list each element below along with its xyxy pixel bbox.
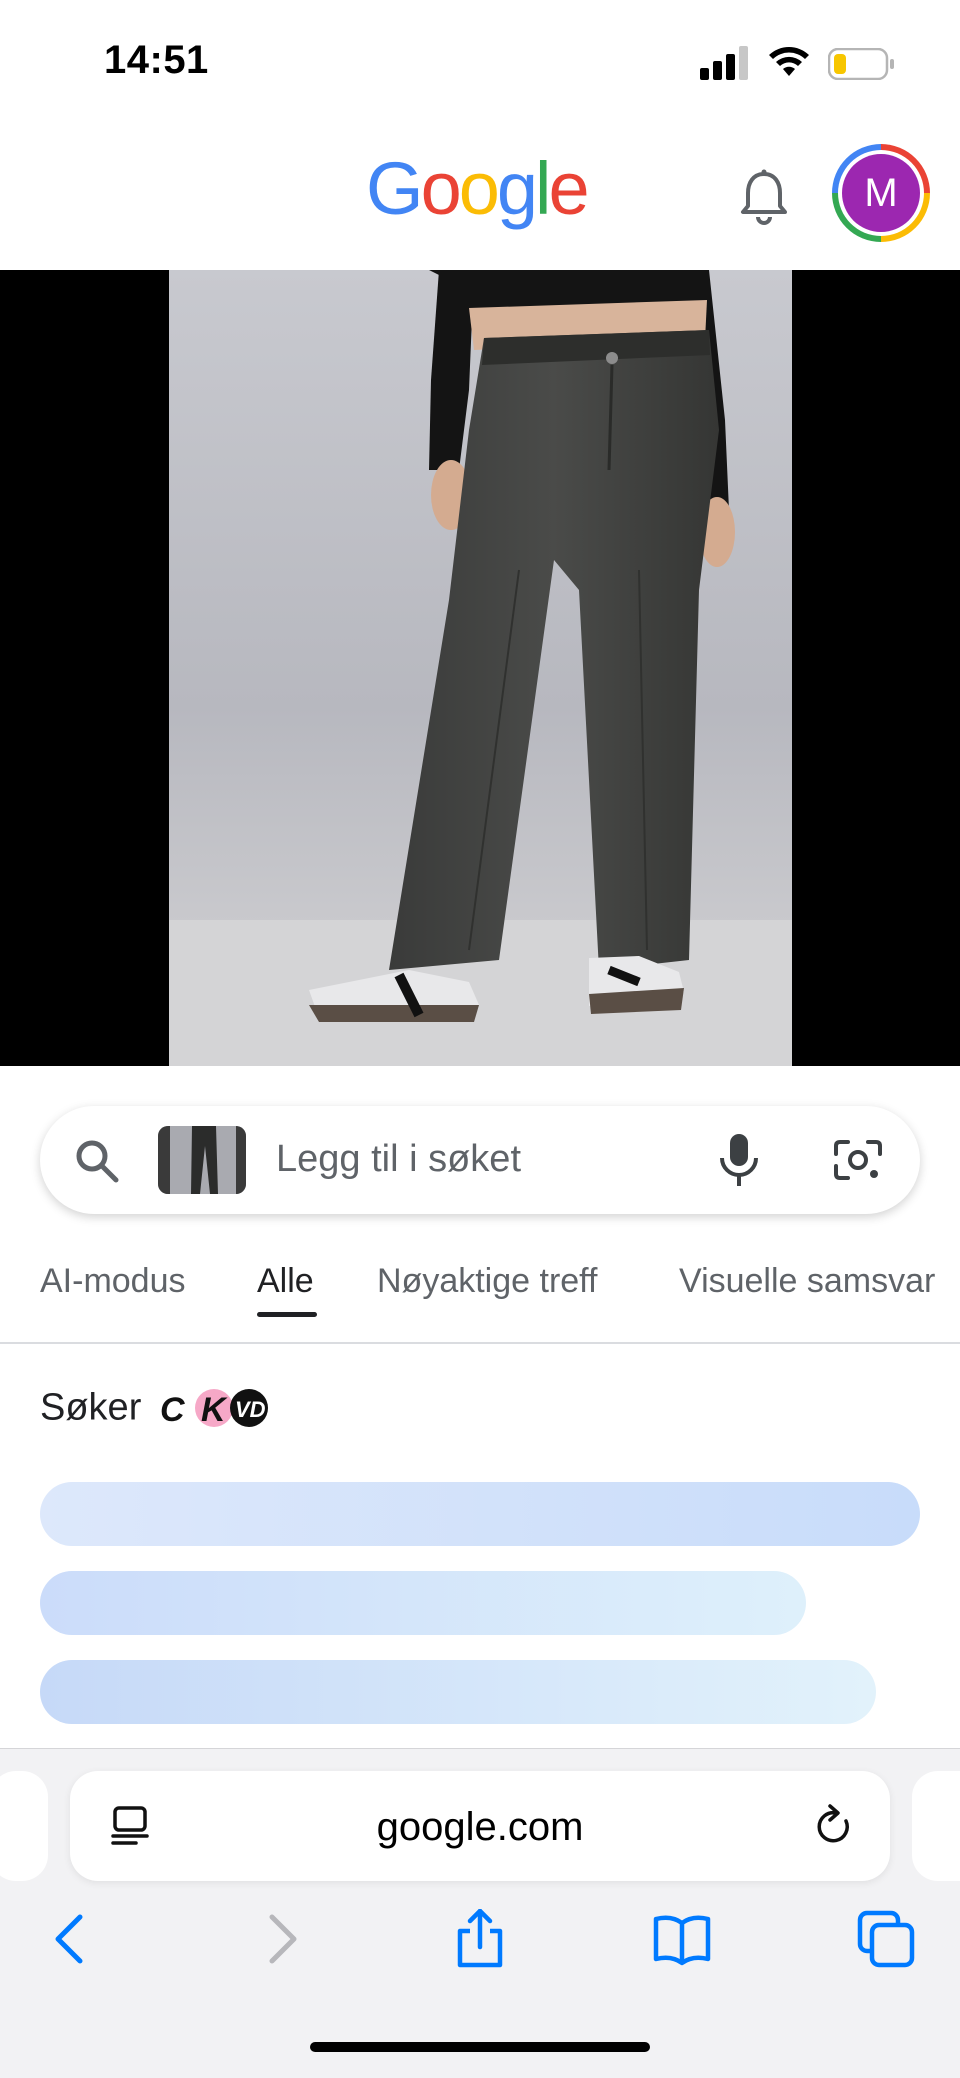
- notification-bell-icon[interactable]: [738, 168, 790, 228]
- google-lens-icon[interactable]: [832, 1134, 884, 1186]
- photo-illustration: [169, 270, 792, 1066]
- tabs-overview-icon[interactable]: [856, 1909, 916, 1969]
- microphone-icon[interactable]: [716, 1132, 762, 1188]
- search-icon[interactable]: [72, 1136, 122, 1186]
- svg-text:VD: VD: [235, 1397, 266, 1422]
- query-image-thumbnail[interactable]: [158, 1126, 246, 1194]
- searching-status: Søker C K VD: [40, 1386, 270, 1442]
- svg-text:C: C: [160, 1391, 185, 1429]
- reload-icon[interactable]: [812, 1803, 856, 1849]
- next-tab-preview[interactable]: [912, 1771, 960, 1881]
- cellular-signal-icon: [700, 46, 748, 80]
- status-bar: 14:51: [0, 0, 960, 120]
- logo-letter: G: [366, 147, 424, 230]
- address-bar[interactable]: google.com: [70, 1771, 890, 1881]
- back-icon[interactable]: [42, 1909, 102, 1969]
- tab-all[interactable]: Alle: [257, 1262, 314, 1301]
- avatar: M: [842, 154, 920, 232]
- battery-low-icon: [828, 48, 894, 80]
- logo-letter: o: [458, 147, 500, 230]
- account-avatar-button[interactable]: M: [832, 144, 930, 242]
- searching-label: Søker: [40, 1386, 142, 1429]
- home-indicator[interactable]: [310, 2042, 650, 2052]
- browser-toolbar: google.com: [0, 1748, 960, 2078]
- previous-tab-preview[interactable]: [0, 1771, 48, 1881]
- search-input-placeholder[interactable]: Legg til i søket: [276, 1138, 521, 1181]
- url-text[interactable]: google.com: [70, 1805, 890, 1850]
- search-bar[interactable]: Legg til i søket: [40, 1106, 920, 1214]
- tab-ai-mode[interactable]: AI-modus: [40, 1262, 186, 1301]
- logo-letter: e: [548, 147, 589, 230]
- logo-letter: g: [496, 147, 538, 230]
- forward-icon[interactable]: [250, 1909, 310, 1969]
- svg-text:K: K: [201, 1391, 228, 1429]
- tab-visual-matches[interactable]: Visuelle samsvar: [679, 1262, 935, 1301]
- share-icon[interactable]: [450, 1909, 510, 1969]
- results-tabs: AI-modus Alle Nøyaktige treff Visuelle s…: [0, 1240, 960, 1344]
- logo-letter: l: [535, 147, 552, 230]
- clock: 14:51: [104, 38, 209, 82]
- tab-exact-matches[interactable]: Nøyaktige treff: [377, 1262, 597, 1301]
- loading-placeholder-line: [40, 1482, 920, 1546]
- loading-placeholder-line: [40, 1571, 806, 1635]
- loading-placeholder-line: [40, 1660, 876, 1724]
- google-header: Google M: [0, 120, 960, 270]
- active-tab-indicator: [257, 1312, 317, 1317]
- bookmarks-icon[interactable]: [652, 1909, 712, 1969]
- google-logo[interactable]: Google: [366, 146, 590, 231]
- brand-logo-icon: C K VD: [160, 1389, 268, 1429]
- logo-letter: o: [420, 147, 462, 230]
- wifi-icon: [769, 47, 809, 76]
- jeans-product-photo: [169, 270, 792, 1066]
- search-image-area[interactable]: [0, 270, 960, 1066]
